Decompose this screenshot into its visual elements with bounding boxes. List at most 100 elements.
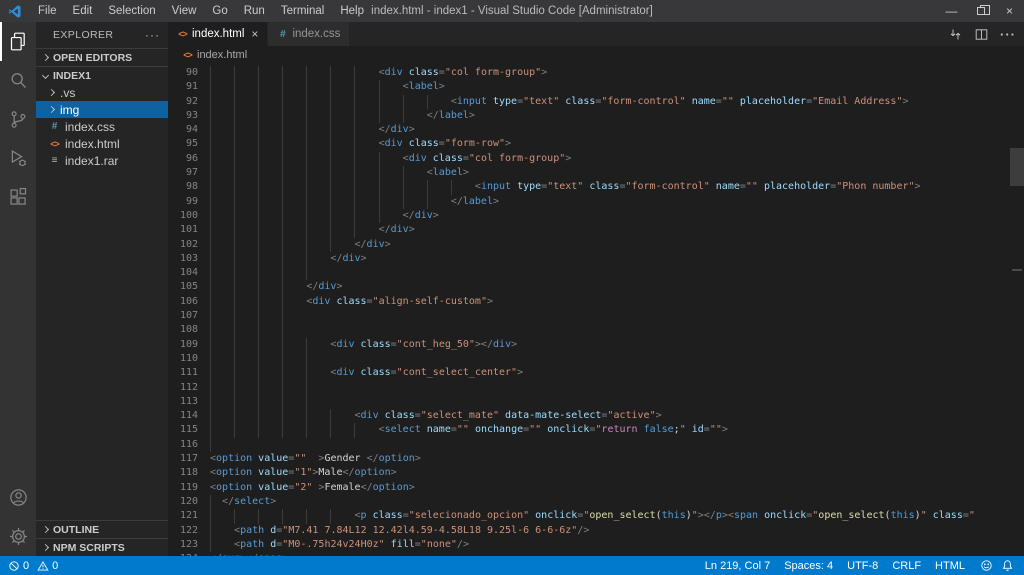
status-ln[interactable]: Ln 219, Col 7 [705,560,770,572]
code-line-117[interactable]: 117<option value="" >Gender </option> [168,452,1024,466]
code-line-101[interactable]: 101 </div> [168,223,1024,237]
code-line-113[interactable]: 113 [168,395,1024,409]
code-line-90[interactable]: 90 <div class="col form-group"> [168,66,1024,80]
code-line-118[interactable]: 118<option value="1">Male</option> [168,466,1024,480]
menu-edit[interactable]: Edit [65,0,101,22]
problems-indicator[interactable]: 0 0 [0,560,66,572]
file-index.html[interactable]: <>index.html [36,135,168,152]
code-line-122[interactable]: 122 <path d="M7.41 7.84L12 12.42l4.59-4.… [168,524,1024,538]
section-npm-scripts[interactable]: NPM SCRIPTS [36,538,168,556]
section-outline[interactable]: OUTLINE [36,520,168,538]
tab-index.html[interactable]: <>index.html× [168,22,268,46]
account-icon[interactable] [0,478,36,517]
token: "form-row" [445,138,505,149]
menu-run[interactable]: Run [236,0,273,22]
feedback-smiley-icon[interactable] [980,559,993,572]
menu-help[interactable]: Help [332,0,372,22]
code-line-121[interactable]: 121 <p class="selecionado_opcion" onclic… [168,509,1024,523]
split-editor-icon[interactable] [974,27,989,42]
activity-bar [0,22,36,556]
title-bar: FileEditSelectionViewGoRunTerminalHelp i… [0,0,1024,22]
explorer-icon[interactable] [0,22,36,61]
status-html[interactable]: HTML [935,560,965,572]
menu-view[interactable]: View [164,0,205,22]
code-line-106[interactable]: 106 <div class="align-self-custom"> [168,295,1024,309]
restore-button[interactable] [966,0,995,22]
code-line-92[interactable]: 92 <input type="text" class="form-contro… [168,95,1024,109]
indent-guide [210,180,211,194]
file-index.css[interactable]: #index.css [36,118,168,135]
code-line-108[interactable]: 108 [168,323,1024,337]
menu-go[interactable]: Go [204,0,235,22]
code-line-96[interactable]: 96 <div class="col form-group"> [168,152,1024,166]
indent-guide [282,366,283,380]
token: "" [529,424,541,435]
notifications-bell-icon[interactable] [1001,559,1014,572]
token: class [403,138,439,149]
code-line-110[interactable]: 110 [168,352,1024,366]
token: path [240,525,264,536]
line-content: </div> [210,123,415,137]
code-line-93[interactable]: 93 </label> [168,109,1024,123]
run-debug-icon[interactable] [0,139,36,178]
code-line-124[interactable]: 124</svg></span> [168,552,1024,556]
indent-guide [234,423,235,437]
indent-guide [258,266,259,280]
tabs: <>index.html×#index.css [168,22,350,46]
extensions-icon[interactable] [0,178,36,217]
menu-file[interactable]: File [30,0,65,22]
file-index1.rar[interactable]: ≡index1.rar [36,152,168,169]
vertical-scrollbar[interactable] [1010,148,1024,186]
indent-guide [354,66,355,80]
code-line-91[interactable]: 91 <label> [168,80,1024,94]
file-img[interactable]: img [36,101,168,118]
token: > [391,467,397,478]
source-control-icon[interactable] [0,100,36,139]
code-line-94[interactable]: 94 </div> [168,123,1024,137]
tab-index.css[interactable]: #index.css [268,22,350,46]
minimize-button[interactable]: — [937,0,966,22]
code-line-105[interactable]: 105 </div> [168,280,1024,294]
code-line-120[interactable]: 120 </select> [168,495,1024,509]
token: input [481,181,511,192]
code-line-95[interactable]: 95 <div class="form-row"> [168,137,1024,151]
code-line-98[interactable]: 98 <input type="text" class="form-contro… [168,180,1024,194]
explorer-actions-button[interactable]: ··· [145,28,160,42]
search-icon[interactable] [0,61,36,100]
code-line-112[interactable]: 112 [168,381,1024,395]
code-line-114[interactable]: 114 <div class="select_mate" data-mate-s… [168,409,1024,423]
menu-selection[interactable]: Selection [100,0,163,22]
breadcrumb[interactable]: <> index.html [168,46,1024,64]
code-line-100[interactable]: 100 </div> [168,209,1024,223]
code-line-102[interactable]: 102 </div> [168,238,1024,252]
status-crlf[interactable]: CRLF [892,560,921,572]
code-line-97[interactable]: 97 <label> [168,166,1024,180]
html-file-icon: <> [182,50,193,60]
indent-guide [210,509,211,523]
open-changes-icon[interactable] [948,27,963,42]
status-spaces[interactable]: Spaces: 4 [784,560,833,572]
code-line-104[interactable]: 104 [168,266,1024,280]
settings-gear-icon[interactable] [0,517,36,556]
line-content: <label> [210,166,469,180]
code-line-115[interactable]: 115 <select name="" onchange="" onclick=… [168,423,1024,437]
code-editor[interactable]: 90 <div class="col form-group">91 <label… [168,64,1024,556]
code-line-99[interactable]: 99 </label> [168,195,1024,209]
indent-guide [258,238,259,252]
code-line-119[interactable]: 119<option value="2" >Female</option> [168,481,1024,495]
close-tab-icon[interactable]: × [251,27,258,41]
code-line-123[interactable]: 123 <path d="M0-.75h24v24H0z" fill="none… [168,538,1024,552]
code-line-107[interactable]: 107 [168,309,1024,323]
token: </ [330,253,342,264]
close-button[interactable]: × [995,0,1024,22]
project-root-folder[interactable]: INDEX1 [36,66,168,84]
code-line-103[interactable]: 103 </div> [168,252,1024,266]
code-line-111[interactable]: 111 <div class="cont_select_center"> [168,366,1024,380]
menu-terminal[interactable]: Terminal [273,0,332,22]
code-line-109[interactable]: 109 <div class="cont_heg_50"></div> [168,338,1024,352]
status-utf8[interactable]: UTF-8 [847,560,878,572]
more-actions-icon[interactable]: ··· [1000,27,1016,42]
file-.vs[interactable]: .vs [36,84,168,101]
open-editors-section[interactable]: OPEN EDITORS [36,48,168,66]
code-line-116[interactable]: 116 [168,438,1024,452]
